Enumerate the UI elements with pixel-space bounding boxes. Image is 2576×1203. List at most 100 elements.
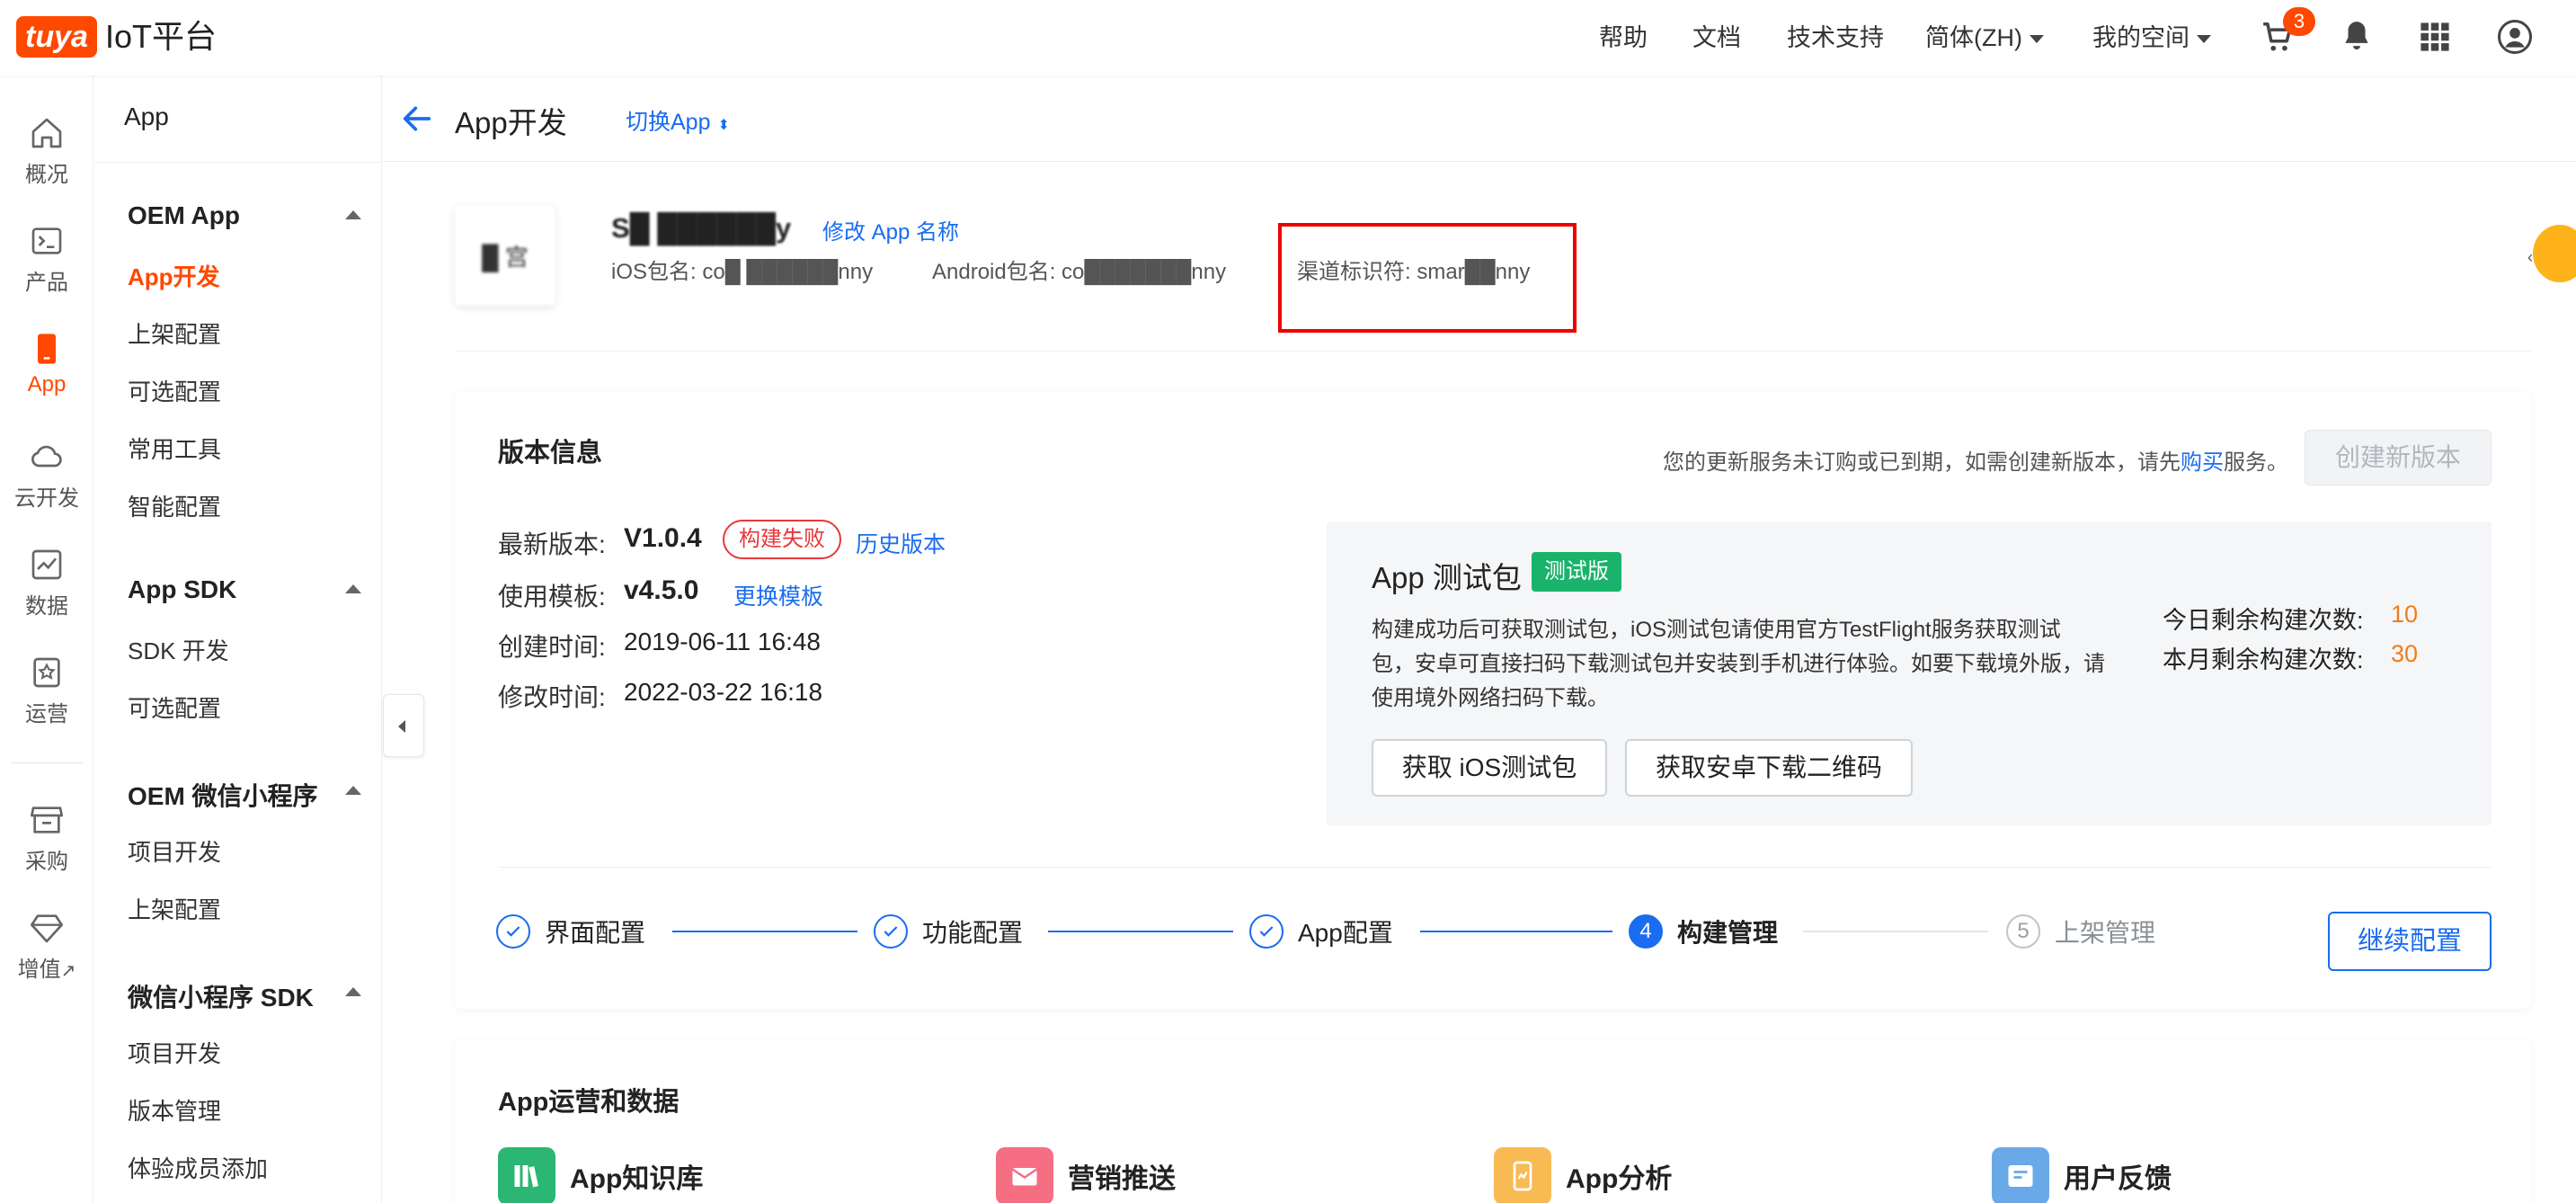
language-label: 简体(ZH) bbox=[1925, 24, 2022, 51]
tile-label: App分析 bbox=[1566, 1164, 1673, 1194]
change-template-link[interactable]: 更换模板 bbox=[733, 579, 823, 611]
rail-item-app[interactable]: App bbox=[0, 331, 93, 397]
sidebar-item-sdk-optional[interactable]: 可选配置 bbox=[128, 691, 221, 724]
latest-version-label: 最新版本: bbox=[498, 530, 606, 558]
step-feature-config[interactable]: 功能配置 bbox=[874, 913, 1023, 949]
step-ui-config[interactable]: 界面配置 bbox=[496, 913, 645, 949]
divider bbox=[455, 351, 2531, 352]
get-android-qrcode-button[interactable]: 获取安卓下载二维码 bbox=[1625, 739, 1913, 797]
month-builds-value: 30 bbox=[2391, 640, 2419, 667]
chevron-down-icon bbox=[2029, 35, 2044, 44]
rail-label: 产品 bbox=[25, 271, 68, 295]
sidebar-item-optional-config[interactable]: 可选配置 bbox=[128, 374, 221, 407]
version-info-card: 版本信息 您的更新服务未订购或已到期，如需创建新版本，请先购买服务。 创建新版本… bbox=[455, 392, 2531, 1009]
cloud-icon bbox=[31, 445, 62, 468]
get-ios-test-package-button[interactable]: 获取 iOS测试包 bbox=[1372, 739, 1607, 797]
nav-support[interactable]: 技术支持 bbox=[1787, 22, 1884, 54]
diamond-icon bbox=[31, 914, 63, 943]
back-arrow-icon[interactable] bbox=[399, 101, 435, 137]
step-label: 界面配置 bbox=[545, 919, 646, 947]
tile-user-feedback[interactable]: 用户反馈 bbox=[1992, 1147, 2172, 1203]
sidebar-collapse-toggle[interactable] bbox=[383, 694, 424, 757]
sidebar-item-smart-config[interactable]: 智能配置 bbox=[128, 489, 221, 522]
rail-label: 运营 bbox=[25, 702, 68, 726]
purchase-link[interactable]: 购买 bbox=[2181, 450, 2224, 475]
chevron-up-icon bbox=[345, 210, 361, 219]
continue-config-button[interactable]: 继续配置 bbox=[2328, 912, 2492, 971]
divider bbox=[498, 867, 2492, 868]
space-select[interactable]: 我的空间 bbox=[2092, 22, 2211, 54]
rename-app-link[interactable]: 修改 App 名称 bbox=[822, 214, 959, 245]
version-section-title: 版本信息 bbox=[498, 439, 603, 468]
rail-item-purchase[interactable]: 采购 bbox=[0, 802, 93, 875]
tile-label: 用户反馈 bbox=[2064, 1164, 2172, 1194]
sidebar-item-listing-config[interactable]: 上架配置 bbox=[128, 316, 221, 350]
chevron-left-icon[interactable]: ‹ bbox=[2527, 248, 2533, 267]
rail-item-cloud[interactable]: 云开发 bbox=[0, 439, 93, 512]
step-build-management[interactable]: 4 构建管理 bbox=[1629, 913, 1778, 949]
external-link-icon: ↗ bbox=[60, 961, 76, 981]
tile-marketing-push[interactable]: 营销推送 bbox=[996, 1147, 1176, 1203]
tile-knowledge-base[interactable]: App知识库 bbox=[498, 1147, 703, 1203]
today-builds-label: 今日剩余构建次数: bbox=[2163, 607, 2364, 634]
language-select[interactable]: 简体(ZH) bbox=[1925, 22, 2044, 54]
build-failed-badge: 构建失败 bbox=[723, 520, 841, 559]
cart-count-badge: 3 bbox=[2283, 7, 2315, 36]
rail-item-operations[interactable]: 运营 bbox=[0, 655, 93, 727]
step-connector bbox=[1048, 931, 1233, 932]
test-package-panel: App 测试包 测试版 构建成功后可获取测试包，iOS测试包请使用官方TestF… bbox=[1327, 521, 2492, 825]
tile-label: 营销推送 bbox=[1068, 1164, 1176, 1194]
switch-app-label: 切换App bbox=[626, 110, 711, 135]
apps-grid-icon[interactable] bbox=[2420, 22, 2450, 52]
rail-item-data[interactable]: 数据 bbox=[0, 547, 93, 619]
step-label: 上架管理 bbox=[2055, 919, 2156, 947]
step-label: App配置 bbox=[1298, 919, 1393, 947]
chevron-up-icon bbox=[345, 786, 361, 795]
history-versions-link[interactable]: 历史版本 bbox=[856, 527, 946, 559]
books-icon bbox=[498, 1147, 555, 1203]
sidebar-item-mp-listing[interactable]: 上架配置 bbox=[128, 892, 221, 925]
platform-name[interactable]: IoT平台 bbox=[105, 16, 217, 58]
sidebar-group-oem-app[interactable]: OEM App bbox=[128, 201, 361, 230]
rail-label: 云开发 bbox=[14, 486, 79, 511]
feedback-icon bbox=[1992, 1147, 2049, 1203]
nav-help[interactable]: 帮助 bbox=[1599, 22, 1648, 54]
sidebar-item-add-testers[interactable]: 体验成员添加 bbox=[128, 1151, 268, 1184]
sidebar-item-tools[interactable]: 常用工具 bbox=[128, 432, 221, 465]
sidebar-group-miniprogram-sdk[interactable]: 微信小程序 SDK bbox=[128, 978, 361, 1014]
sidebar-group-app-sdk[interactable]: App SDK bbox=[128, 575, 361, 604]
sidebar-item-project-dev[interactable]: 项目开发 bbox=[128, 834, 221, 868]
switch-app-button[interactable]: 切换App ⬍ bbox=[626, 104, 730, 137]
rail-item-value-added[interactable]: 增值↗ bbox=[0, 910, 93, 983]
check-circle-icon bbox=[874, 914, 908, 949]
group-title: 微信小程序 SDK bbox=[128, 984, 314, 1011]
tile-app-analytics[interactable]: App分析 bbox=[1494, 1147, 1672, 1203]
template-value: v4.5.0 bbox=[624, 575, 699, 605]
user-avatar-icon[interactable] bbox=[2497, 19, 2533, 55]
step-connector bbox=[1420, 931, 1612, 932]
nav-docs[interactable]: 文档 bbox=[1692, 22, 1741, 54]
chevron-down-icon bbox=[2197, 35, 2211, 44]
sidebar-item-sdk-project-dev[interactable]: 项目开发 bbox=[128, 1036, 221, 1069]
rail-label: App bbox=[27, 372, 67, 397]
sidebar-item-app-dev[interactable]: App开发 bbox=[128, 259, 220, 292]
tuya-logo[interactable]: tuya bbox=[16, 16, 97, 58]
ios-package-name: iOS包名: co█ ██████nny bbox=[611, 260, 874, 284]
sort-arrows-icon: ⬍ bbox=[717, 118, 730, 133]
rail-item-overview[interactable]: 概况 bbox=[0, 115, 93, 188]
rail-item-products[interactable]: 产品 bbox=[0, 223, 93, 296]
step-listing-management[interactable]: 5 上架管理 bbox=[2006, 913, 2155, 949]
rail-label: 数据 bbox=[25, 594, 68, 619]
assistant-mascot-icon[interactable] bbox=[2533, 225, 2576, 282]
create-version-button[interactable]: 创建新版本 bbox=[2305, 430, 2492, 486]
sidebar-group-oem-miniprogram[interactable]: OEM 微信小程序 bbox=[128, 777, 361, 813]
operations-card: App运营和数据 App知识库 营销推送 App分析 用户反馈 bbox=[455, 1039, 2531, 1203]
top-header: tuya IoT平台 帮助 文档 技术支持 简体(ZH) 我的空间 3 bbox=[0, 0, 2576, 76]
bell-icon[interactable] bbox=[2340, 18, 2374, 54]
shop-icon bbox=[31, 806, 63, 833]
template-label: 使用模板: bbox=[498, 583, 606, 610]
step-app-config[interactable]: App配置 bbox=[1249, 913, 1393, 949]
sidebar-item-version-mgmt[interactable]: 版本管理 bbox=[128, 1093, 221, 1127]
sidebar-item-sdk-dev[interactable]: SDK 开发 bbox=[128, 633, 229, 666]
month-builds-label: 本月剩余构建次数: bbox=[2163, 646, 2364, 673]
